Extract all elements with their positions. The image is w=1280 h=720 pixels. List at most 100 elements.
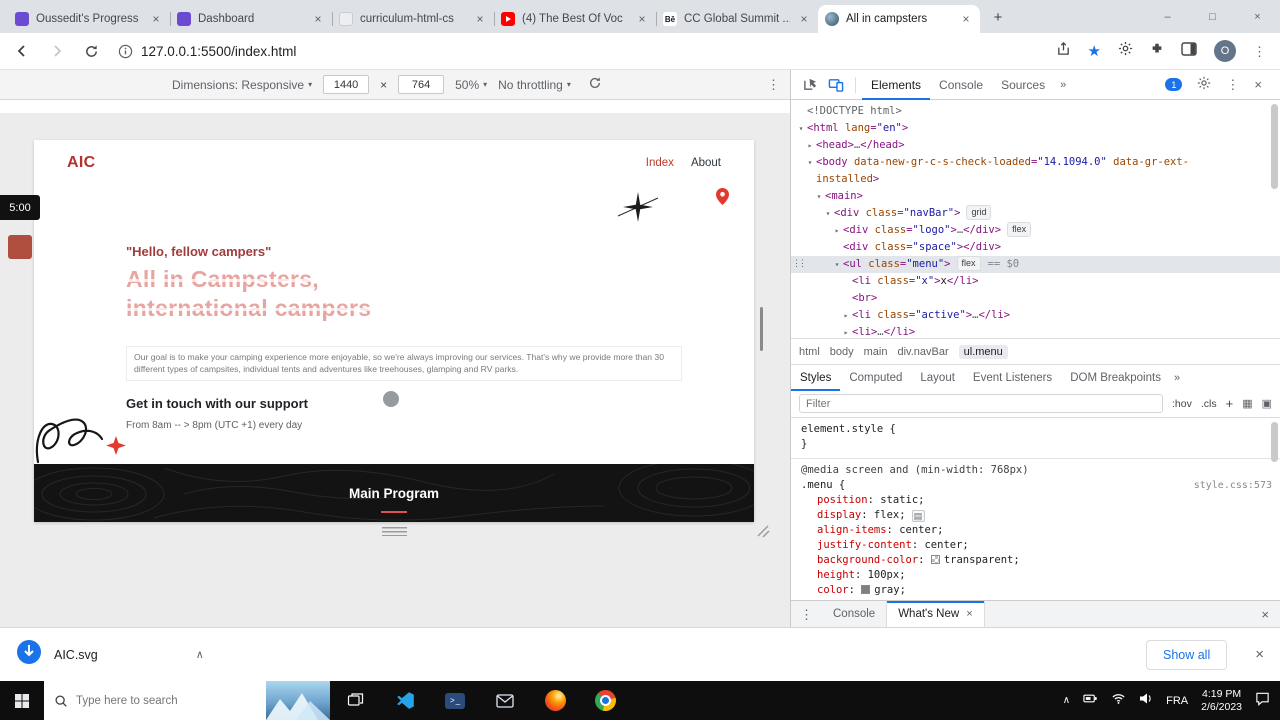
css-source-link[interactable]: style.css:573 xyxy=(1194,478,1272,493)
firefox-icon[interactable] xyxy=(530,681,580,720)
main-program-banner[interactable]: Main Program xyxy=(34,464,754,522)
browser-tab[interactable]: curriculum-html-cs × xyxy=(332,5,494,33)
chevron-down-icon[interactable]: ▾ xyxy=(831,256,843,273)
tab-styles[interactable]: Styles xyxy=(791,365,840,391)
more-panels-icon[interactable]: » xyxy=(1060,79,1066,91)
chevron-down-icon[interactable]: ▾ xyxy=(804,154,816,171)
battery-icon[interactable] xyxy=(1083,691,1098,711)
css-property[interactable]: background-color: transparent; xyxy=(791,553,1280,568)
toggle-element-state-button[interactable]: :hov xyxy=(1172,398,1192,410)
tree-row[interactable]: ▾ <body data-new-gr-c-s-check-loaded="14.… xyxy=(791,154,1280,171)
drawer-tab-whats-new[interactable]: What's New × xyxy=(886,600,985,628)
drawer-tab-console[interactable]: Console xyxy=(822,601,886,628)
chevron-right-icon[interactable]: ▸ xyxy=(840,307,852,324)
window-close-button[interactable]: × xyxy=(1235,11,1280,23)
tree-row[interactable]: <!DOCTYPE html> xyxy=(791,103,1280,120)
tab-computed[interactable]: Computed xyxy=(840,365,911,391)
devtools-close-icon[interactable]: × xyxy=(1254,78,1262,91)
breadcrumb-item[interactable]: ul.menu xyxy=(958,344,1008,359)
powershell-icon[interactable]: > _ xyxy=(430,681,480,720)
viewport-resize-handle[interactable] xyxy=(382,527,407,536)
more-sidebar-tabs-icon[interactable]: » xyxy=(1174,372,1180,384)
dimensions-dropdown[interactable]: Dimensions: Responsive ▾ xyxy=(172,78,312,92)
tree-row[interactable]: <br> xyxy=(791,290,1280,307)
flex-editor-icon[interactable]: ▤ xyxy=(911,510,925,522)
action-center-icon[interactable] xyxy=(1255,691,1270,711)
browser-tab[interactable]: Oussedit's Progress × xyxy=(8,5,170,33)
download-options-chevron-icon[interactable]: ∧ xyxy=(196,648,204,661)
styles-pane-options-icon[interactable]: ▣ xyxy=(1262,397,1272,410)
show-all-downloads-button[interactable]: Show all xyxy=(1145,639,1228,670)
chevron-down-icon[interactable]: ▾ xyxy=(795,120,807,137)
css-property[interactable]: justify-content: center; xyxy=(791,538,1280,553)
page-scrollbar[interactable] xyxy=(760,307,763,351)
browser-tab[interactable]: All in campsters × xyxy=(818,5,980,33)
tray-expand-icon[interactable]: ∧ xyxy=(1063,695,1070,706)
color-swatch[interactable] xyxy=(861,585,871,594)
tree-row[interactable]: installed> xyxy=(791,171,1280,188)
css-property[interactable]: align-items: center; xyxy=(791,523,1280,538)
tree-row[interactable]: ▸ <li>…</li> xyxy=(791,324,1280,338)
element-classes-button[interactable]: .cls xyxy=(1201,398,1217,410)
browser-tab[interactable]: Bē CC Global Summit ... × xyxy=(656,5,818,33)
device-toolbar-menu-icon[interactable]: ⋮ xyxy=(767,78,780,91)
css-property[interactable]: position: static; xyxy=(791,493,1280,508)
new-style-rule-button[interactable]: + xyxy=(1226,396,1234,411)
download-bar-close-icon[interactable]: × xyxy=(1255,646,1264,663)
devtools-tab-elements[interactable]: Elements xyxy=(862,70,930,100)
flex-badge[interactable]: flex xyxy=(956,256,981,271)
css-property[interactable]: color: gray; xyxy=(791,583,1280,598)
zoom-dropdown[interactable]: 50% ▾ xyxy=(455,78,487,92)
back-icon[interactable] xyxy=(14,43,30,59)
tree-row[interactable]: <li class="x">x</li> xyxy=(791,273,1280,290)
maximize-button[interactable]: □ xyxy=(1190,11,1235,23)
site-info-icon[interactable] xyxy=(118,44,133,59)
chevron-right-icon[interactable]: ▸ xyxy=(804,137,816,154)
chevron-down-icon[interactable]: ▾ xyxy=(822,205,834,222)
rotate-viewport-icon[interactable] xyxy=(588,76,602,93)
chevron-down-icon[interactable]: ▾ xyxy=(813,188,825,205)
tab-close-icon[interactable]: × xyxy=(635,12,649,26)
mail-icon[interactable] xyxy=(480,681,530,720)
chevron-right-icon[interactable]: ▸ xyxy=(831,222,843,239)
breadcrumb-item[interactable]: html xyxy=(799,346,820,358)
start-button[interactable] xyxy=(0,693,44,709)
tab-close-icon[interactable]: × xyxy=(311,12,325,26)
chrome-icon[interactable] xyxy=(580,681,630,720)
profile-avatar[interactable]: O xyxy=(1214,40,1236,62)
recorder-stop-button[interactable] xyxy=(8,235,32,259)
grid-badge[interactable]: grid xyxy=(966,205,992,220)
styles-scrollbar[interactable] xyxy=(1271,422,1278,462)
devtools-tab-console[interactable]: Console xyxy=(930,70,992,100)
tree-row[interactable]: ▸ <li class="active">…</li> xyxy=(791,307,1280,324)
minimize-button[interactable]: – xyxy=(1145,11,1190,23)
search-input[interactable] xyxy=(76,694,266,707)
side-panel-icon[interactable] xyxy=(1181,41,1197,61)
extensions-gear-icon[interactable] xyxy=(1118,41,1133,61)
url-text[interactable]: 127.0.0.1:5500/index.html xyxy=(141,44,296,59)
viewport-width-input[interactable] xyxy=(323,75,370,94)
flex-badge[interactable]: flex xyxy=(1007,222,1032,237)
issues-counter-badge[interactable]: 1 xyxy=(1165,78,1183,91)
tree-row[interactable]: ▸ <head>…</head> xyxy=(791,137,1280,154)
browser-tab[interactable]: (4) The Best Of Voc × xyxy=(494,5,656,33)
tab-event-listeners[interactable]: Event Listeners xyxy=(964,365,1061,391)
task-view-button[interactable] xyxy=(330,681,380,720)
devtools-menu-icon[interactable]: ⋮ xyxy=(1226,78,1239,91)
weather-widget[interactable] xyxy=(266,681,330,720)
throttling-dropdown[interactable]: No throttling ▾ xyxy=(498,78,571,92)
device-toolbar-toggle-icon[interactable] xyxy=(823,77,849,92)
css-selector[interactable]: .menu { xyxy=(801,478,845,493)
media-query[interactable]: @media screen and (min-width: 768px) xyxy=(791,463,1280,478)
breadcrumb-item[interactable]: div.navBar xyxy=(897,346,948,358)
element-style-open[interactable]: element.style { xyxy=(791,422,1280,437)
css-property[interactable]: display: flex; ▤ xyxy=(791,508,1280,523)
browser-menu-icon[interactable]: ⋮ xyxy=(1253,45,1266,58)
language-indicator[interactable]: FRA xyxy=(1166,695,1188,707)
extension-icon[interactable] xyxy=(1150,42,1164,61)
viewport-corner-resize-handle[interactable] xyxy=(756,524,770,538)
devtools-tab-sources[interactable]: Sources xyxy=(992,70,1054,100)
css-property[interactable]: height: 100px; xyxy=(791,568,1280,583)
site-logo[interactable]: AIC xyxy=(67,154,95,172)
elements-scrollbar[interactable] xyxy=(1271,104,1278,189)
